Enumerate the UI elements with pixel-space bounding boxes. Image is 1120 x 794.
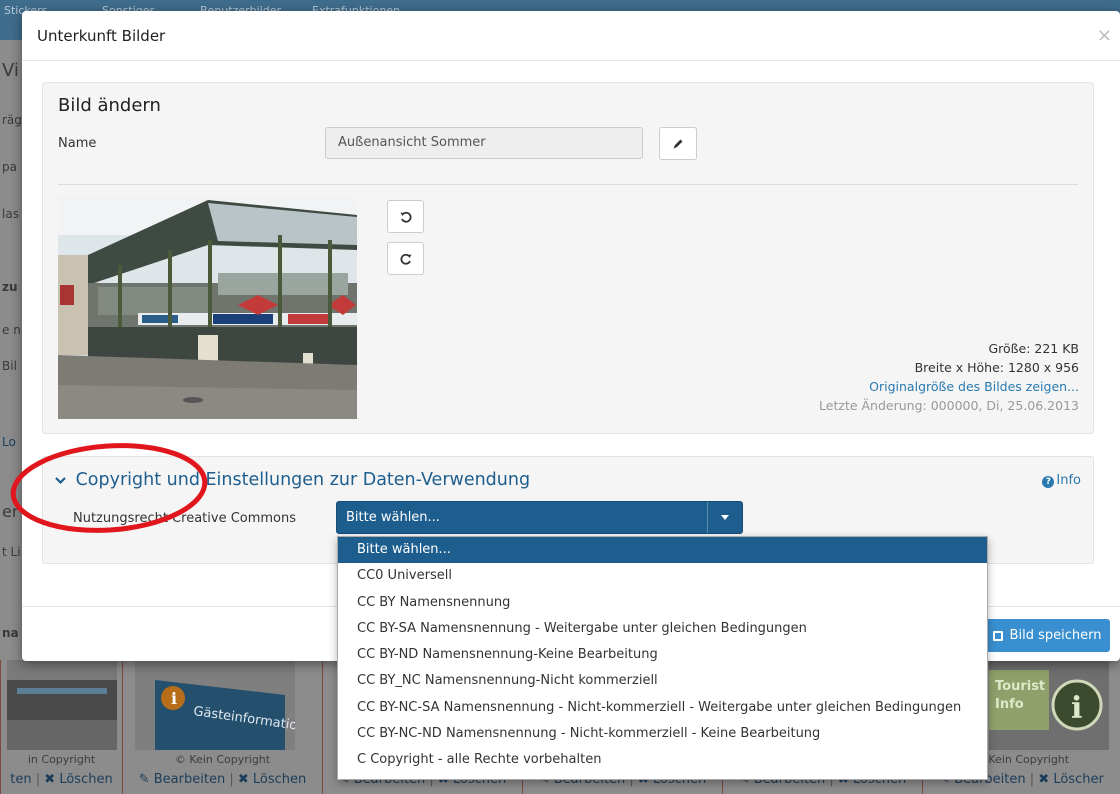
tile-edit-link[interactable]: Bearbeiten (154, 772, 225, 787)
edit-image-panel: Bild ändern Name Außenansicht Sommer Grö… (42, 82, 1094, 434)
x-icon: ✖ (237, 772, 249, 787)
bg-fragment: Bil (2, 359, 17, 373)
image-dimensions: Breite x Höhe: 1280 x 956 (914, 360, 1079, 375)
image-tile: i Gästeinformation © Kein Copyright ✎ Be… (122, 660, 322, 794)
bg-fragment: Lo (2, 435, 16, 449)
image-size: Größe: 221 KB (988, 341, 1079, 356)
name-label: Name (58, 136, 97, 151)
tile-thumbnail[interactable]: Tourist Info i (989, 660, 1109, 750)
cc-license-dropdown-list: Bitte wählen... CC0 Universell CC BY Nam… (337, 536, 988, 780)
question-circle-icon: ? (1042, 476, 1055, 488)
image-info: Größe: 221 KB Breite x Höhe: 1280 x 956 … (819, 339, 1079, 415)
dropdown-option[interactable]: CC0 Universell (338, 563, 987, 589)
rotate-left-icon (400, 211, 412, 223)
rotate-left-button[interactable] (387, 200, 424, 233)
save-image-button[interactable]: Bild speichern (984, 619, 1110, 652)
x-icon: ✖ (44, 772, 56, 787)
rotate-right-icon (399, 253, 411, 265)
tile-thumbnail[interactable]: i Gästeinformation (135, 660, 295, 750)
cc-license-select[interactable]: Bitte wählen... (336, 501, 743, 534)
pencil-icon (673, 139, 683, 148)
tile-delete-link[interactable]: Löscher (1053, 772, 1103, 787)
tile-copyright: © Kein Copyright (174, 753, 271, 766)
tile-actions: ten | ✖ Löschen (10, 772, 113, 787)
bg-fragment: pa (2, 160, 17, 174)
bg-fragment: t Li (2, 545, 21, 559)
edit-name-button[interactable] (659, 127, 697, 160)
bg-fragment: e n (2, 323, 21, 337)
x-icon: ✖ (1038, 772, 1050, 787)
svg-text:i: i (1071, 691, 1082, 726)
original-size-link[interactable]: Originalgröße des Bildes zeigen... (819, 377, 1079, 396)
tile-copyright: in Copyright (27, 753, 96, 766)
dropdown-option[interactable]: CC BY_NC Namensnennung-Nicht kommerziell (338, 668, 987, 694)
bg-fragment: na (2, 626, 19, 640)
image-preview[interactable] (58, 195, 357, 419)
tile-thumbnail[interactable] (7, 660, 117, 750)
tile-sign-text: Info (995, 697, 1024, 712)
dropdown-option[interactable]: CC BY-NC-ND Namensnennung - Nicht-kommer… (338, 721, 987, 747)
dropdown-option[interactable]: CC BY-NC-SA Namensnennung - Nicht-kommer… (338, 695, 987, 721)
dropdown-option[interactable]: C Copyright - alle Rechte vorbehalten (338, 747, 987, 773)
select-value: Bitte wählen... (346, 510, 440, 525)
name-field[interactable]: Außenansicht Sommer (325, 127, 643, 159)
last-change: Letzte Änderung: 000000, Di, 25.06.2013 (819, 398, 1079, 413)
tile-sign-text: Tourist (995, 679, 1045, 694)
bg-fragment: er (2, 502, 19, 521)
close-icon[interactable]: × (1097, 25, 1112, 46)
image-tile: in Copyright ten | ✖ Löschen (0, 660, 122, 794)
modal-header: Unterkunft Bilder × (22, 11, 1120, 61)
pencil-icon: ✎ (138, 772, 150, 787)
tile-actions: ✎ Bearbeiten | ✖ Löschen (138, 772, 307, 787)
bg-fragment: Vi (2, 60, 19, 81)
cc-license-label: Nutzungsrecht Creative Commons (73, 511, 297, 526)
info-link-label: Info (1056, 473, 1081, 488)
dropdown-option[interactable]: Bitte wählen... (338, 537, 987, 564)
copyright-section-title: Copyright und Einstellungen zur Daten-Ve… (75, 470, 531, 490)
dropdown-option[interactable]: CC BY Namensnennung (338, 590, 987, 616)
panel-title: Bild ändern (58, 95, 161, 116)
floppy-disk-icon (992, 630, 1003, 641)
bg-fragment: las (2, 207, 19, 221)
tile-delete-link[interactable]: Löschen (59, 772, 112, 787)
modal-title: Unterkunft Bilder (37, 27, 166, 45)
info-link[interactable]: ? Info (1042, 473, 1081, 488)
divider (58, 184, 1078, 185)
dropdown-option[interactable]: CC BY-SA Namensnennung - Weitergabe unte… (338, 616, 987, 642)
svg-text:i: i (171, 689, 177, 708)
copyright-section-toggle[interactable]: Copyright und Einstellungen zur Daten-Ve… (55, 470, 530, 490)
dropdown-option[interactable]: CC BY-ND Namensnennung-Keine Bearbeitung (338, 642, 987, 668)
rotate-right-button[interactable] (387, 242, 424, 275)
bg-fragment: zu (2, 280, 18, 294)
tile-delete-link[interactable]: Löschen (253, 772, 306, 787)
tile-edit-link[interactable]: ten (10, 772, 31, 787)
background-left-column: Vi räge pa las zu e n Bil Lo er t Li na (0, 40, 29, 660)
save-button-label: Bild speichern (1009, 628, 1102, 643)
caret-down-icon (707, 502, 742, 533)
chevron-down-icon (55, 470, 66, 490)
